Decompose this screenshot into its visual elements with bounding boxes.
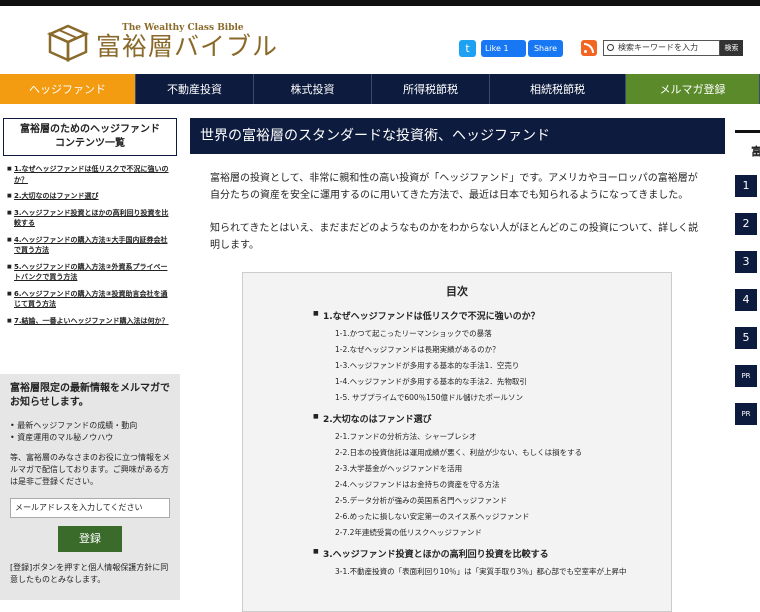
newsletter-box: 富裕層限定の最新情報をメルマガで お知らせします。 • 最新ヘッジファンドの成績…	[0, 374, 180, 600]
toc-subsection[interactable]: 2-3.大学基金がヘッジファンドを活用	[335, 464, 671, 473]
toc-subsection[interactable]: 3-1.不動産投資の「表面利回り10％」は「実質手取り3％」都心部でも空室率が上…	[335, 567, 671, 576]
sidebar-item-6[interactable]: 6.ヘッジファンドの購入方法③投資助言会社を通じて買う方法	[7, 289, 170, 310]
toc-subsection[interactable]: 2-1.ファンドの分析方法、シャープレシオ	[335, 432, 671, 441]
newsletter-bullet: • 最新ヘッジファンドの成績・動向	[10, 421, 138, 430]
newsletter-title-line1: 富裕層限定の最新情報をメルマガで	[10, 383, 170, 394]
logo[interactable]: The Wealthy Class Bible 富裕層バイブル	[46, 20, 278, 64]
main-nav: ヘッジファンド 不動産投資 株式投資 所得税節税 相続税節税 メルマガ登録	[0, 74, 760, 104]
toc-subsection[interactable]: 2-6.めったに損しない安定第一のスイス系ヘッジファンド	[335, 512, 671, 521]
toc-section-1[interactable]: 1.なぜヘッジファンドは低リスクで不況に強いのか？	[313, 309, 671, 322]
search-icon	[607, 44, 614, 51]
toc-subsection[interactable]: 2-4.ヘッジファンドはお金持ちの資産を守る方法	[335, 480, 671, 489]
intro-paragraph: 富裕層の投資として、非常に親和性の高い投資が「ヘッジファンド」です。アメリカやヨ…	[210, 173, 698, 201]
ranking-number-4[interactable]: 4	[735, 289, 757, 311]
sidebar-item-4[interactable]: 4.ヘッジファンドの購入方法①大手国内証券会社で買う方法	[7, 235, 170, 256]
sidebar-title-line2: コンテンツ一覧	[55, 138, 125, 149]
twitter-icon[interactable]: t	[459, 40, 476, 57]
sidebar-title: 富裕層のためのヘッジファンド コンテンツ一覧	[3, 118, 177, 156]
ranking-number-1[interactable]: 1	[735, 175, 757, 197]
sidebar-item-3[interactable]: 3.ヘッジファンド投資とほかの高利回り投資を比較する	[7, 208, 170, 229]
ranking-number-3[interactable]: 3	[735, 251, 757, 273]
toc-subsection[interactable]: 1-5. サブプライムで600％150億ドル儲けたポールソン	[335, 393, 671, 402]
toc-section-3[interactable]: 3.ヘッジファンド投資とほかの高利回り投資を比較する	[313, 547, 671, 560]
sidebar-item-1[interactable]: 1.なぜヘッジファンドは低リスクで不況に強いのか？	[7, 164, 170, 185]
toc-subsection[interactable]: 1-1.かつて起こったリーマンショックでの暴落	[335, 329, 671, 338]
sidebar-title-line1: 富裕層のためのヘッジファンド	[20, 124, 160, 135]
sidebar-list: 1.なぜヘッジファンドは低リスクで不況に強いのか？ 2.大切なのはファンド選び 3.…	[7, 164, 170, 327]
search-button[interactable]: 検索	[720, 40, 743, 56]
newsletter-bullets: • 最新ヘッジファンドの成績・動向 • 資産運用のマル秘ノウハウ	[10, 420, 170, 444]
newsletter-bullet: • 資産運用のマル秘ノウハウ	[10, 433, 114, 442]
toc-subsection[interactable]: 2-5.データ分析が強みの英国系名門ヘッジファンド	[335, 496, 671, 505]
treasure-box-icon	[46, 20, 90, 64]
rss-icon[interactable]	[581, 40, 597, 56]
nav-item-1[interactable]: ヘッジファンド	[0, 74, 136, 104]
table-of-contents: 目次 1.なぜヘッジファンドは低リスクで不況に強いのか？ 1-1.かつて起こったリ…	[242, 272, 672, 612]
toc-subsection[interactable]: 2-2.日本の投資信託は運用成績が悪く、利益が少ない、もしくは損をする	[335, 448, 671, 457]
ranking-title: 富	[751, 145, 760, 158]
toc-subsection[interactable]: 1-2.なぜヘッジファンドは長期実績があるのか？	[335, 345, 671, 354]
facebook-share-button[interactable]: Share	[528, 40, 563, 57]
nav-item-3[interactable]: 株式投資	[254, 74, 372, 104]
toc-section-2[interactable]: 2.大切なのはファンド選び	[313, 412, 671, 425]
sidebar-item-2[interactable]: 2.大切なのはファンド選び	[7, 191, 170, 202]
logo-japanese: 富裕層バイブル	[96, 32, 279, 61]
toc-subsection[interactable]: 2-7.2年連続受賞の低リスクヘッジファンド	[335, 528, 671, 537]
sidebar: 富裕層のためのヘッジファンド コンテンツ一覧 1.なぜヘッジファンドは低リスクで…	[0, 118, 180, 332]
ranking-pr-badge[interactable]: PR	[735, 403, 757, 425]
ranking-divider	[735, 130, 760, 133]
sidebar-item-7[interactable]: 7.結論、一番よいヘッジファンド購入法は何か？	[7, 316, 170, 327]
newsletter-footer: [登録]ボタンを押すと個人情報保護方針に同意したものとみなします。	[10, 563, 169, 584]
nav-item-2[interactable]: 不動産投資	[136, 74, 254, 104]
newsletter-text: 等、富裕層のみなさまのお役に立つ情報をメルマガで配信しております。ご興味がある方…	[10, 453, 170, 486]
facebook-like-button[interactable]: Like 1	[481, 40, 526, 57]
nav-item-6[interactable]: メルマガ登録	[626, 74, 760, 104]
intro-paragraph-2: 知られてきたとはいえ、まだまだどのようなものかをわからない人がほとんどのこの投資…	[210, 223, 699, 251]
header: The Wealthy Class Bible 富裕層バイブル t Like 1…	[0, 6, 760, 74]
toc-title: 目次	[446, 285, 468, 298]
ranking-number-5[interactable]: 5	[735, 327, 757, 349]
register-button[interactable]: 登録	[58, 526, 122, 552]
page-title: 世界の富裕層のスタンダードな投資術、ヘッジファンド	[190, 118, 725, 154]
main-content: 世界の富裕層のスタンダードな投資術、ヘッジファンド 富裕層の投資として、非常に親…	[190, 118, 725, 612]
sidebar-item-5[interactable]: 5.ヘッジファンドの購入方法②外資系プライベートバンクで買う方法	[7, 262, 170, 283]
ranking-sidebar: 富 1 2 3 4 5 PR PR	[735, 130, 760, 425]
ranking-number-2[interactable]: 2	[735, 213, 757, 235]
toc-subsection[interactable]: 1-4.ヘッジファンドが多用する基本的な手法2．先物取引	[335, 377, 671, 386]
ranking-pr-badge[interactable]: PR	[735, 365, 757, 387]
nav-item-5[interactable]: 相続税節税	[490, 74, 626, 104]
email-field[interactable]: メールアドレスを入力してください	[10, 498, 170, 518]
newsletter-title-line2: お知らせします。	[10, 397, 89, 408]
nav-item-4[interactable]: 所得税節税	[372, 74, 490, 104]
search-input[interactable]: 検索キーワードを入力	[603, 40, 720, 56]
newsletter-title: 富裕層限定の最新情報をメルマガで お知らせします。	[10, 382, 170, 410]
toc-subsection[interactable]: 1-3.ヘッジファンドが多用する基本的な手法1．空売り	[335, 361, 671, 370]
